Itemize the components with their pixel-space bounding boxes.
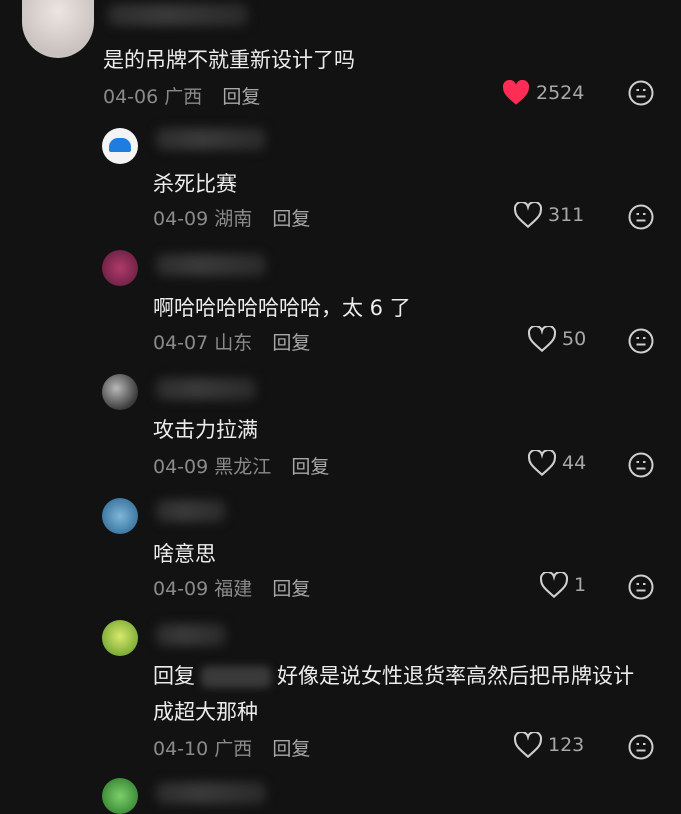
username-blurred[interactable]: [156, 128, 266, 150]
avatar[interactable]: [102, 778, 138, 814]
like-button[interactable]: 123: [514, 732, 584, 758]
like-button[interactable]: 50: [528, 326, 586, 352]
neutral-face-icon[interactable]: [628, 452, 654, 478]
comment-meta: 04-09 福建 回复: [153, 574, 310, 601]
avatar[interactable]: [22, 0, 94, 58]
reply-button[interactable]: 回复: [272, 578, 310, 600]
comment-meta: 04-09 湖南 回复: [153, 204, 310, 231]
username-blurred[interactable]: [156, 782, 266, 804]
neutral-face-icon[interactable]: [628, 204, 654, 230]
reply-button[interactable]: 回复: [272, 738, 310, 760]
neutral-face-icon[interactable]: [628, 80, 654, 106]
like-count: 44: [562, 452, 587, 474]
neutral-face-icon[interactable]: [628, 328, 654, 354]
username-blurred[interactable]: [156, 254, 266, 276]
username-blurred[interactable]: [156, 624, 226, 646]
reply-mention-prefix: 回复: [153, 664, 195, 688]
username-blurred[interactable]: [156, 500, 226, 522]
like-count: 50: [562, 328, 587, 350]
like-button[interactable]: 2524: [502, 80, 584, 106]
comment-text: 是的吊牌不就重新设计了吗: [103, 48, 355, 72]
heart-icon: [502, 80, 530, 105]
comment-location: 山东: [214, 332, 253, 354]
comment-location: 广西: [214, 738, 253, 760]
comment-text: 杀死比赛: [153, 172, 237, 196]
comment-date: 04-09: [153, 208, 209, 230]
comment-text-continued: 成超大那种: [153, 700, 258, 724]
comment-date: 04-06: [103, 86, 159, 108]
comment-location: 福建: [214, 578, 253, 600]
comment-date: 04-09: [153, 456, 209, 478]
avatar[interactable]: [102, 250, 138, 286]
avatar[interactable]: [102, 128, 138, 164]
username-blurred[interactable]: [108, 4, 248, 26]
comment-location: 广西: [164, 86, 203, 108]
comment-text: 好像是说女性退货率高然后把吊牌设计: [277, 664, 634, 688]
like-button[interactable]: 311: [514, 202, 584, 228]
comment-date: 04-09: [153, 578, 209, 600]
comment-text: 攻击力拉满: [153, 418, 258, 442]
like-button[interactable]: 1: [540, 572, 586, 598]
like-count: 1: [574, 574, 587, 596]
reply-button[interactable]: 回复: [272, 208, 310, 230]
comment-meta: 04-10 广西 回复: [153, 734, 310, 761]
heart-icon: [540, 572, 568, 598]
like-button[interactable]: 44: [528, 450, 586, 476]
reply-button[interactable]: 回复: [272, 332, 310, 354]
reply-button[interactable]: 回复: [291, 456, 329, 478]
comment-text: 啥意思: [153, 542, 216, 566]
comment-text-line: 回复 好像是说女性退货率高然后把吊牌设计: [153, 660, 634, 690]
reply-button[interactable]: 回复: [222, 86, 260, 108]
like-count: 123: [548, 734, 585, 756]
like-count: 311: [548, 204, 585, 226]
mentioned-username-blurred[interactable]: [201, 666, 271, 688]
username-blurred[interactable]: [156, 378, 256, 400]
neutral-face-icon[interactable]: [628, 574, 654, 600]
avatar[interactable]: [102, 374, 138, 410]
like-count: 2524: [536, 82, 585, 104]
heart-icon: [514, 202, 542, 228]
comment-date: 04-10: [153, 738, 209, 760]
avatar[interactable]: [102, 620, 138, 656]
bucket-hat-icon: [109, 138, 131, 152]
comment-meta: 04-06 广西 回复: [103, 82, 260, 109]
comment-location: 黑龙江: [214, 456, 272, 478]
comment-date: 04-07: [153, 332, 209, 354]
comment-meta: 04-07 山东 回复: [153, 328, 310, 355]
comment-meta: 04-09 黑龙江 回复: [153, 452, 329, 479]
neutral-face-icon[interactable]: [628, 734, 654, 760]
avatar[interactable]: [102, 498, 138, 534]
comment-text: 啊哈哈哈哈哈哈哈，太 6 了: [153, 296, 411, 320]
heart-icon: [528, 450, 556, 476]
heart-icon: [528, 326, 556, 352]
heart-icon: [514, 732, 542, 758]
comment-location: 湖南: [214, 208, 253, 230]
